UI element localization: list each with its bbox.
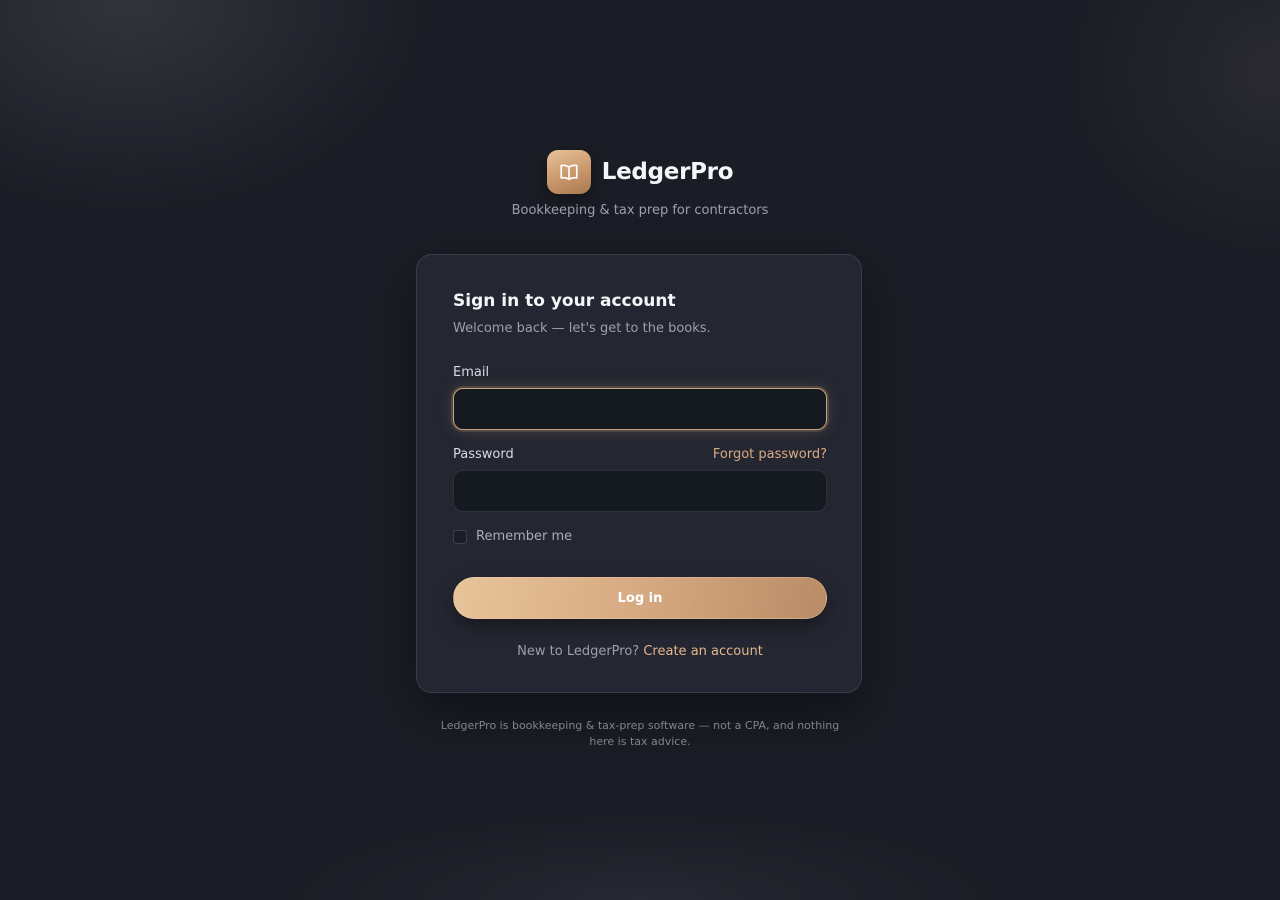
remember-me[interactable]: Remember me: [453, 529, 572, 544]
login-card: Sign in to your account Welcome back — l…: [416, 254, 862, 693]
brand-header: LedgerPro: [0, 150, 1280, 194]
brand-tagline: Bookkeeping & tax prep for contractors: [511, 203, 769, 218]
password-field[interactable]: [453, 470, 827, 512]
login-button[interactable]: Log in: [453, 577, 827, 619]
logo: [546, 150, 591, 194]
signup-prompt: New to LedgerPro? Create an account: [453, 644, 827, 659]
signup-prompt-text: New to LedgerPro?: [517, 644, 640, 659]
email-label: Email: [453, 365, 490, 380]
email-field[interactable]: [453, 388, 827, 430]
forgot-password-link[interactable]: Forgot password?: [713, 447, 827, 462]
card-title: Sign in to your account: [453, 291, 676, 311]
remember-me-checkbox[interactable]: [453, 529, 467, 544]
password-label: Password: [453, 447, 514, 462]
footer-disclaimer: LedgerPro is bookkeeping & tax-prep soft…: [440, 719, 840, 748]
remember-me-label: Remember me: [476, 529, 573, 544]
card-subtitle: Welcome back — let's get to the books.: [453, 321, 711, 336]
open-book-icon: [560, 164, 578, 181]
brand-name: LedgerPro: [601, 159, 734, 185]
create-account-link[interactable]: Create an account: [643, 644, 762, 659]
